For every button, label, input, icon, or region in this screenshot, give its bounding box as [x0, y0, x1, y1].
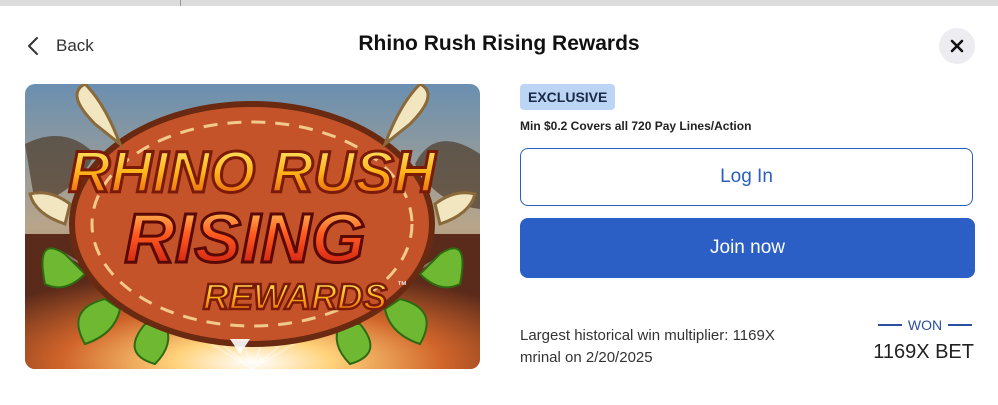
- login-button[interactable]: Log In: [520, 148, 973, 206]
- largest-win-text: Largest historical win multiplier: 1169X: [520, 327, 775, 344]
- won-dash-right: [948, 324, 972, 326]
- back-label: Back: [56, 36, 94, 55]
- game-logo-art: RHINO RUSH RISING REWARDS ™: [25, 84, 480, 369]
- logo-trademark: ™: [397, 280, 407, 291]
- winner-info: mrinal on 2/20/2025: [520, 349, 653, 366]
- exclusive-badge: EXCLUSIVE: [520, 84, 616, 110]
- won-text: WON: [907, 317, 943, 333]
- logo-text-line1: RHINO RUSH: [68, 140, 436, 205]
- logo-text-line3: REWARDS: [203, 276, 387, 317]
- close-button[interactable]: [939, 28, 975, 64]
- page-title: Rhino Rush Rising Rewards: [358, 32, 640, 55]
- bet-multiplier: 1169X BET: [873, 341, 974, 363]
- back-button[interactable]: Back: [26, 32, 94, 60]
- game-thumbnail[interactable]: RHINO RUSH RISING REWARDS ™: [25, 84, 480, 369]
- close-icon: [950, 39, 964, 53]
- window-top-border: [0, 0, 998, 6]
- logo-text-line2: RISING: [124, 199, 365, 277]
- offer-terms: Min $0.2 Covers all 720 Pay Lines/Action: [520, 119, 752, 133]
- won-dash-left: [878, 324, 902, 326]
- join-now-button[interactable]: Join now: [520, 218, 975, 278]
- tab-divider: [180, 0, 181, 6]
- won-label: WON: [878, 317, 972, 333]
- chevron-left-icon: [28, 37, 38, 55]
